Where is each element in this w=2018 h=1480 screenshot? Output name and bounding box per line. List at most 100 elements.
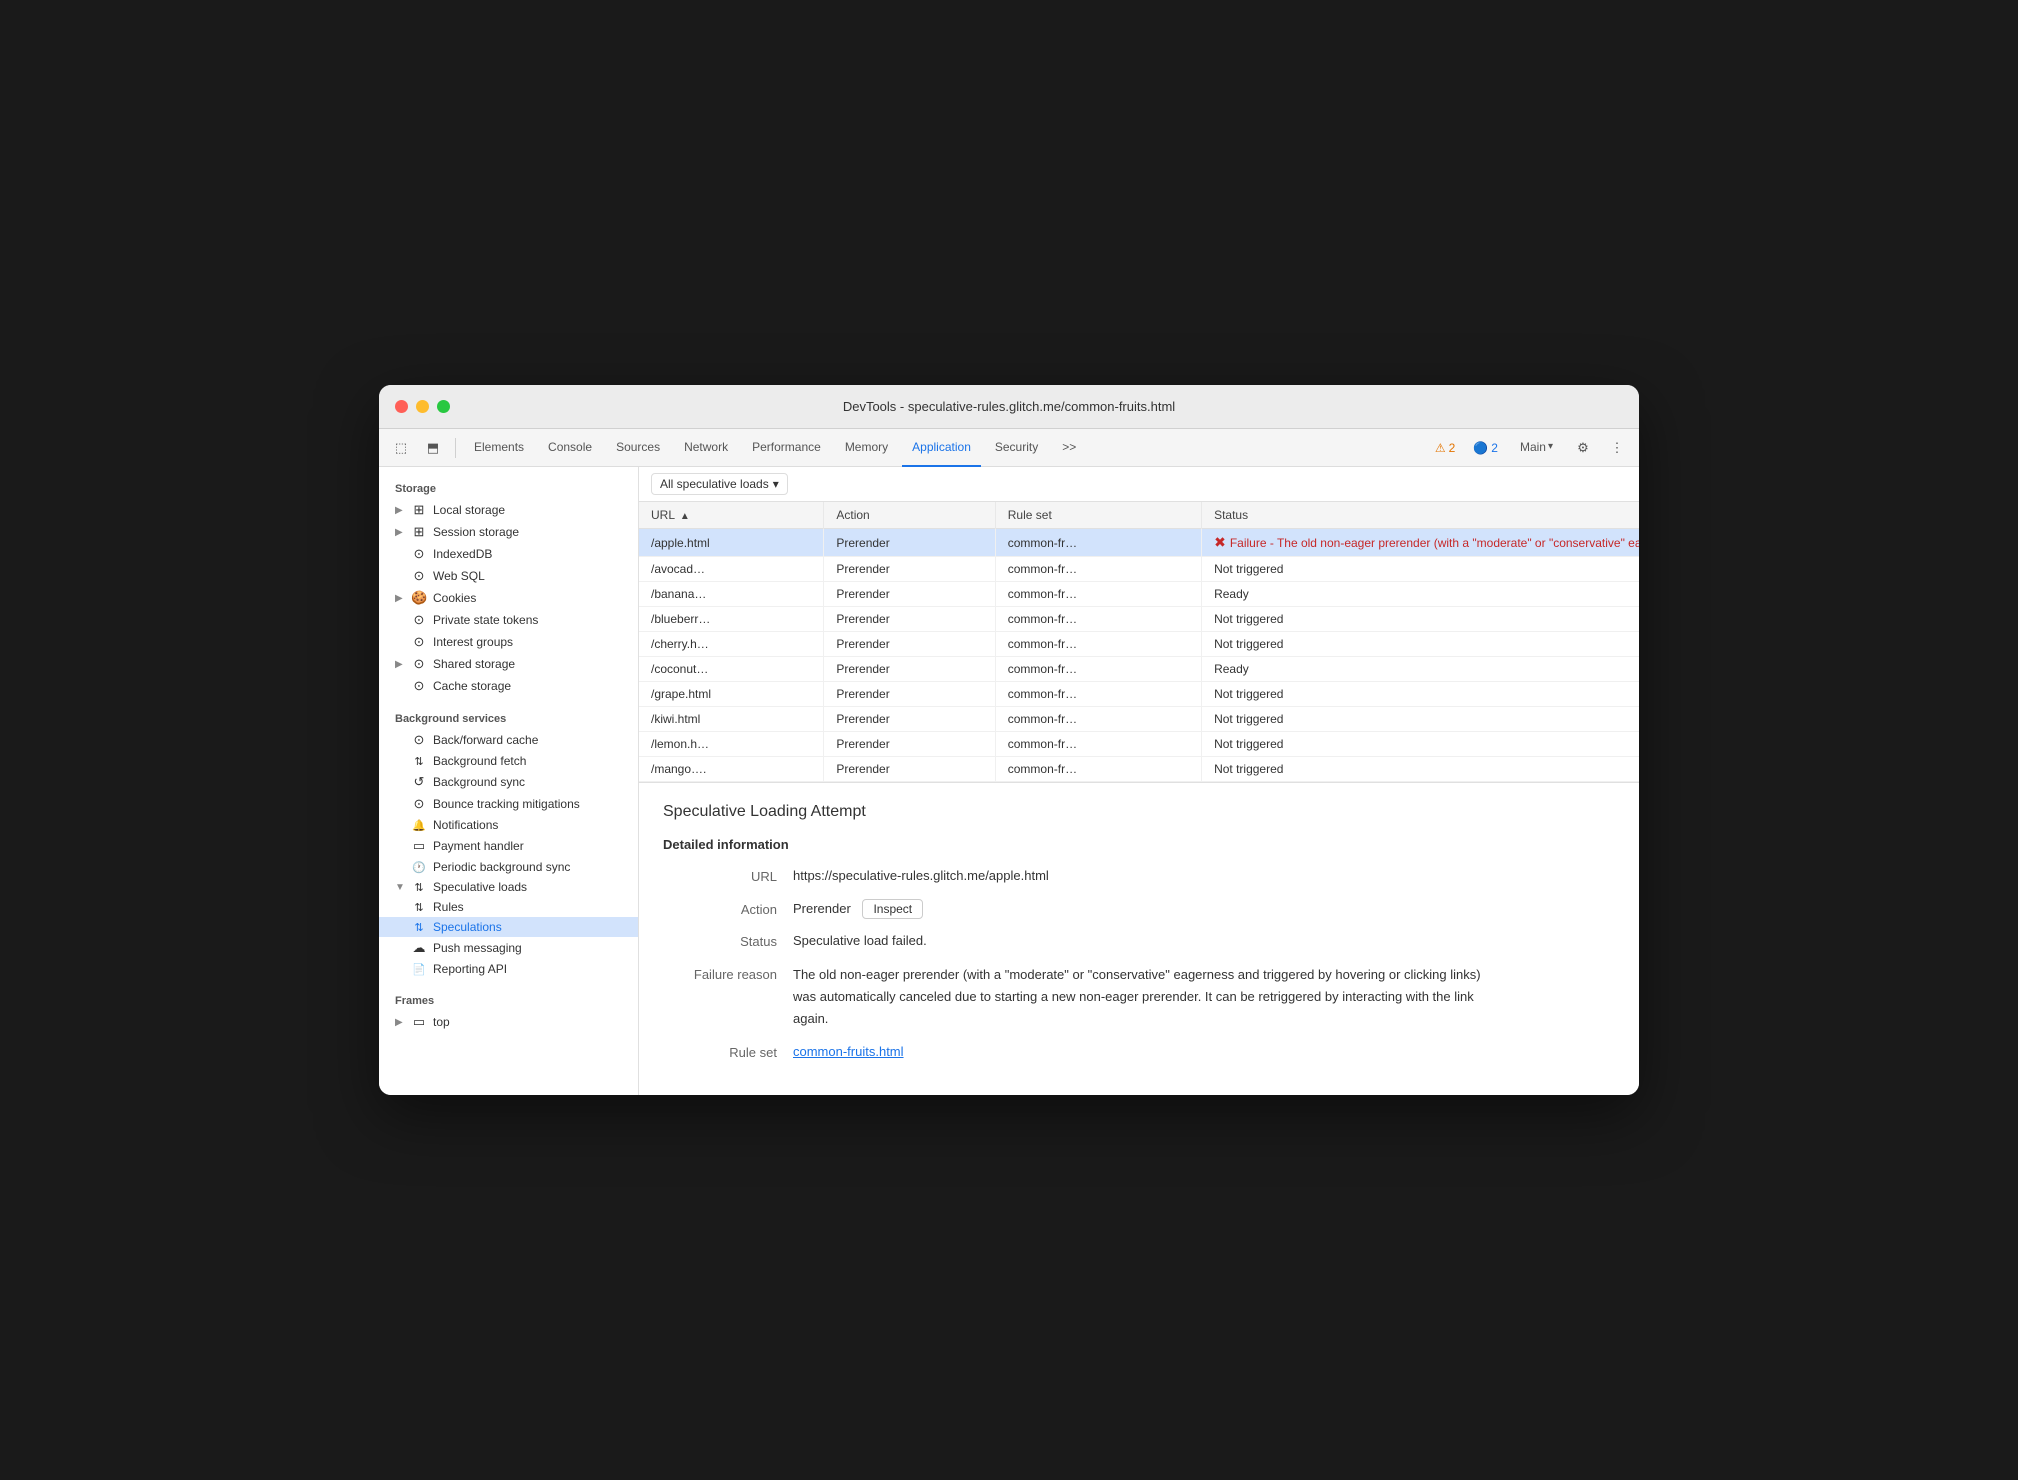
storage-section-title: Storage	[379, 475, 638, 499]
table-row[interactable]: /banana…Prerendercommon-fr…Ready	[639, 582, 1639, 607]
sidebar-item-back-forward-cache[interactable]: ▶ ⊙ Back/forward cache	[379, 729, 638, 751]
sidebar-item-cache-storage[interactable]: ▶ ⊙ Cache storage	[379, 675, 638, 697]
cell-url: /banana…	[639, 582, 824, 607]
sidebar-item-web-sql[interactable]: ▶ ⊙ Web SQL	[379, 565, 638, 587]
toolbar: ⬚ ⬒ Elements Console Sources Network Per…	[379, 429, 1639, 467]
interest-groups-icon: ⊙	[411, 634, 427, 650]
table-row[interactable]: /apple.htmlPrerendercommon-fr…✖ Failure …	[639, 529, 1639, 557]
sidebar-item-local-storage[interactable]: ▶ ⊞ Local storage	[379, 499, 638, 521]
local-storage-icon: ⊞	[411, 502, 427, 518]
tab-memory[interactable]: Memory	[835, 429, 898, 467]
back-forward-cache-icon: ⊙	[411, 732, 427, 748]
inspect-element-icon[interactable]: ⬚	[387, 434, 415, 462]
cell-url: /mango….	[639, 757, 824, 782]
sidebar-item-notifications[interactable]: ▶ 🔔 Notifications	[379, 815, 638, 835]
cell-url: /coconut…	[639, 657, 824, 682]
sidebar-item-payment-handler[interactable]: ▶ ▭ Payment handler	[379, 835, 638, 857]
sidebar-item-reporting-api[interactable]: ▶ 📄 Reporting API	[379, 959, 638, 979]
window-title: DevTools - speculative-rules.glitch.me/c…	[843, 399, 1175, 414]
warning-badge[interactable]: ⚠ 2	[1429, 439, 1461, 457]
sidebar-item-cookies[interactable]: ▶ 🍪 Cookies	[379, 587, 638, 609]
sidebar-item-private-state-tokens[interactable]: ▶ ⊙ Private state tokens	[379, 609, 638, 631]
cell-ruleset: common-fr…	[995, 707, 1201, 732]
tab-sources[interactable]: Sources	[606, 429, 670, 467]
sidebar-item-speculative-loads[interactable]: ▼ ⇅ Speculative loads	[379, 877, 638, 897]
inspect-button[interactable]: Inspect	[862, 899, 923, 919]
tab-performance[interactable]: Performance	[742, 429, 831, 467]
payment-handler-icon: ▭	[411, 838, 427, 854]
cell-action: Prerender	[824, 657, 995, 682]
push-messaging-icon: ☁	[411, 940, 427, 956]
maximize-button[interactable]	[437, 400, 450, 413]
shared-storage-icon: ⊙	[411, 656, 427, 672]
minimize-button[interactable]	[416, 400, 429, 413]
speculations-icon: ⇅	[411, 921, 427, 934]
sidebar-item-session-storage[interactable]: ▶ ⊞ Session storage	[379, 521, 638, 543]
tab-console[interactable]: Console	[538, 429, 602, 467]
cell-status: Not triggered	[1202, 607, 1639, 632]
close-button[interactable]	[395, 400, 408, 413]
sidebar-label-background-fetch: Background fetch	[433, 754, 526, 768]
url-label: URL	[663, 866, 793, 887]
sidebar-item-bounce-tracking[interactable]: ▶ ⊙ Bounce tracking mitigations	[379, 793, 638, 815]
cell-status: Not triggered	[1202, 632, 1639, 657]
filter-bar: All speculative loads ▾	[639, 467, 1639, 502]
tab-security[interactable]: Security	[985, 429, 1048, 467]
device-toggle-icon[interactable]: ⬒	[419, 434, 447, 462]
sidebar-item-periodic-bg-sync[interactable]: ▶ 🕐 Periodic background sync	[379, 857, 638, 877]
table-header-row: URL ▲ Action Rule set Status	[639, 502, 1639, 529]
action-label: Action	[663, 899, 793, 920]
col-header-ruleset[interactable]: Rule set	[995, 502, 1201, 529]
tab-more[interactable]: >>	[1052, 429, 1086, 467]
sidebar-item-push-messaging[interactable]: ▶ ☁ Push messaging	[379, 937, 638, 959]
sidebar-item-shared-storage[interactable]: ▶ ⊙ Shared storage	[379, 653, 638, 675]
sidebar-item-speculations[interactable]: ⇅ Speculations	[379, 917, 638, 937]
sidebar-item-top-frame[interactable]: ▶ ▭ top	[379, 1011, 638, 1033]
cell-ruleset: common-fr…	[995, 657, 1201, 682]
ruleset-link[interactable]: common-fruits.html	[793, 1044, 904, 1059]
cell-url: /lemon.h…	[639, 732, 824, 757]
sidebar-item-background-fetch[interactable]: ▶ ⇅ Background fetch	[379, 751, 638, 771]
periodic-bg-sync-icon: 🕐	[411, 861, 427, 874]
cell-action: Prerender	[824, 632, 995, 657]
more-options-icon[interactable]: ⋮	[1603, 434, 1631, 462]
sidebar-label-reporting-api: Reporting API	[433, 962, 507, 976]
speculations-table-container: URL ▲ Action Rule set Status	[639, 502, 1639, 782]
notifications-icon: 🔔	[411, 819, 427, 832]
bg-services-section-title: Background services	[379, 705, 638, 729]
private-state-tokens-icon: ⊙	[411, 612, 427, 628]
sidebar-item-background-sync[interactable]: ▶ ↺ Background sync	[379, 771, 638, 793]
settings-icon[interactable]: ⚙	[1569, 434, 1597, 462]
tab-network[interactable]: Network	[674, 429, 738, 467]
tab-elements[interactable]: Elements	[464, 429, 534, 467]
main-dropdown[interactable]: Main ▾	[1510, 429, 1563, 467]
info-count: 2	[1491, 441, 1498, 455]
sidebar-item-indexeddb[interactable]: ▶ ⊙ IndexedDB	[379, 543, 638, 565]
table-row[interactable]: /coconut…Prerendercommon-fr…Ready	[639, 657, 1639, 682]
table-row[interactable]: /kiwi.htmlPrerendercommon-fr…Not trigger…	[639, 707, 1639, 732]
background-fetch-icon: ⇅	[411, 755, 427, 768]
sidebar-label-notifications: Notifications	[433, 818, 498, 832]
table-row[interactable]: /blueberr…Prerendercommon-fr…Not trigger…	[639, 607, 1639, 632]
col-header-action[interactable]: Action	[824, 502, 995, 529]
reporting-api-icon: 📄	[411, 963, 427, 976]
table-row[interactable]: /grape.htmlPrerendercommon-fr…Not trigge…	[639, 682, 1639, 707]
sidebar-item-rules[interactable]: ⇅ Rules	[379, 897, 638, 917]
cell-url: /cherry.h…	[639, 632, 824, 657]
info-badge[interactable]: 🔵 2	[1467, 439, 1504, 457]
table-row[interactable]: /avocad…Prerendercommon-fr…Not triggered	[639, 557, 1639, 582]
col-header-status[interactable]: Status	[1202, 502, 1639, 529]
table-row[interactable]: /lemon.h…Prerendercommon-fr…Not triggere…	[639, 732, 1639, 757]
tab-application[interactable]: Application	[902, 429, 981, 467]
col-header-url[interactable]: URL ▲	[639, 502, 824, 529]
cache-storage-icon: ⊙	[411, 678, 427, 694]
sidebar-item-interest-groups[interactable]: ▶ ⊙ Interest groups	[379, 631, 638, 653]
chevron-down-icon: ▾	[1548, 441, 1553, 452]
sidebar-label-indexeddb: IndexedDB	[433, 547, 492, 561]
detail-panel-title: Speculative Loading Attempt	[663, 803, 1615, 821]
table-row[interactable]: /mango….Prerendercommon-fr…Not triggered	[639, 757, 1639, 782]
rules-icon: ⇅	[411, 901, 427, 914]
table-row[interactable]: /cherry.h…Prerendercommon-fr…Not trigger…	[639, 632, 1639, 657]
cell-action: Prerender	[824, 732, 995, 757]
speculative-loads-filter[interactable]: All speculative loads ▾	[651, 473, 788, 495]
